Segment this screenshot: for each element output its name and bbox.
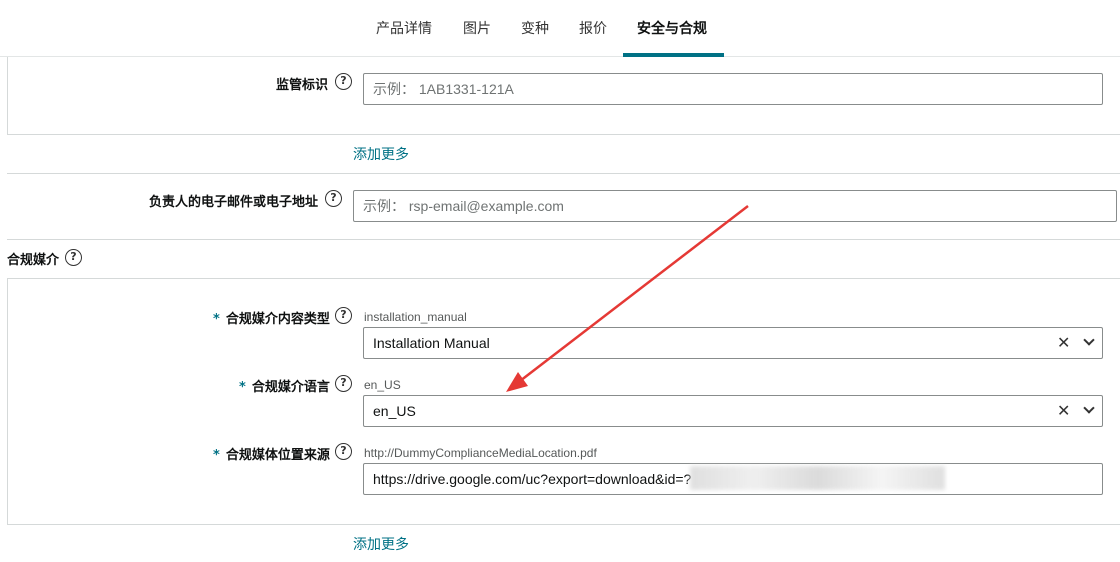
annotation-arrow — [506, 205, 749, 392]
arrow-head — [506, 372, 528, 392]
arrow-shaft — [519, 205, 749, 382]
